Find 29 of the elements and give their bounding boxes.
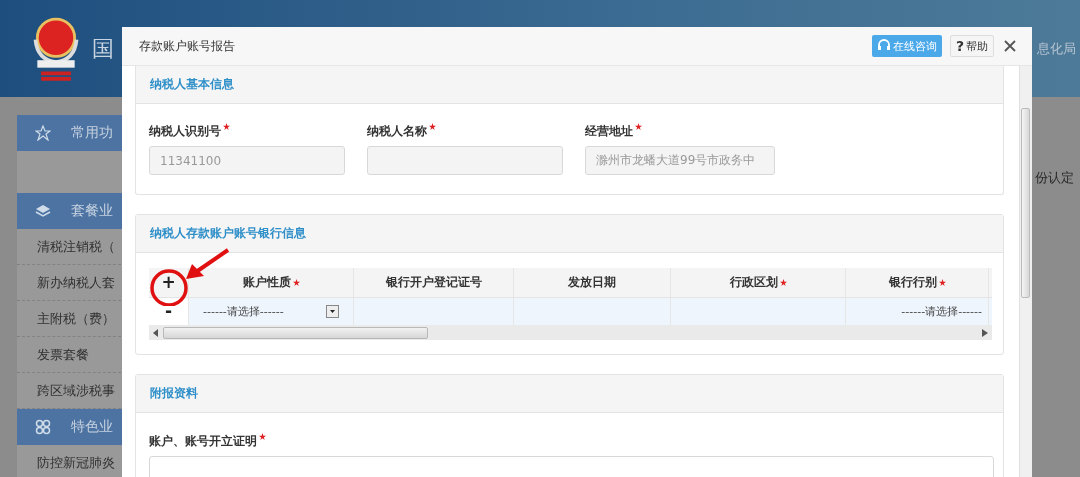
field-label: 经营地址 xyxy=(585,123,633,140)
section-title: 纳税人基本信息 xyxy=(150,76,234,93)
site-subtitle: 息化局 xyxy=(1037,39,1077,58)
dialog-title: 存款账户账号报告 xyxy=(139,37,235,55)
column-header: 发放日期 xyxy=(568,274,616,291)
column-header: 行政区划 xyxy=(729,274,778,291)
horizontal-scrollbar[interactable] xyxy=(149,325,992,340)
field-label: 纳税人名称 xyxy=(367,123,427,140)
close-icon[interactable] xyxy=(1004,40,1016,52)
column-header: 账户性质 xyxy=(242,274,291,291)
online-consult-button[interactable]: 在线咨询 xyxy=(871,35,942,57)
dropdown-icon xyxy=(326,305,339,318)
headset-icon xyxy=(876,39,891,53)
input-field[interactable] xyxy=(367,146,563,175)
input-field[interactable]: 11341100 xyxy=(149,146,345,175)
vertical-scrollbar[interactable] xyxy=(1019,66,1032,477)
scroll-left-icon[interactable] xyxy=(153,328,159,337)
column-header: 银行开户登记证号 xyxy=(385,274,482,291)
clover-icon xyxy=(35,419,51,435)
table-cell: ------请选择------ xyxy=(901,304,982,319)
site-title: 国 xyxy=(92,34,114,63)
star-icon xyxy=(35,125,51,141)
section-title: 附报资料 xyxy=(150,385,198,402)
content-text: 份认定 xyxy=(1035,170,1074,185)
layers-icon xyxy=(35,203,51,219)
scroll-right-icon[interactable] xyxy=(982,328,988,337)
input-field[interactable]: 滁州市龙蟠大道99号市政务中 xyxy=(585,146,775,175)
column-header: 银行行别 xyxy=(888,274,937,291)
help-button[interactable]: ?帮助 xyxy=(949,35,994,57)
